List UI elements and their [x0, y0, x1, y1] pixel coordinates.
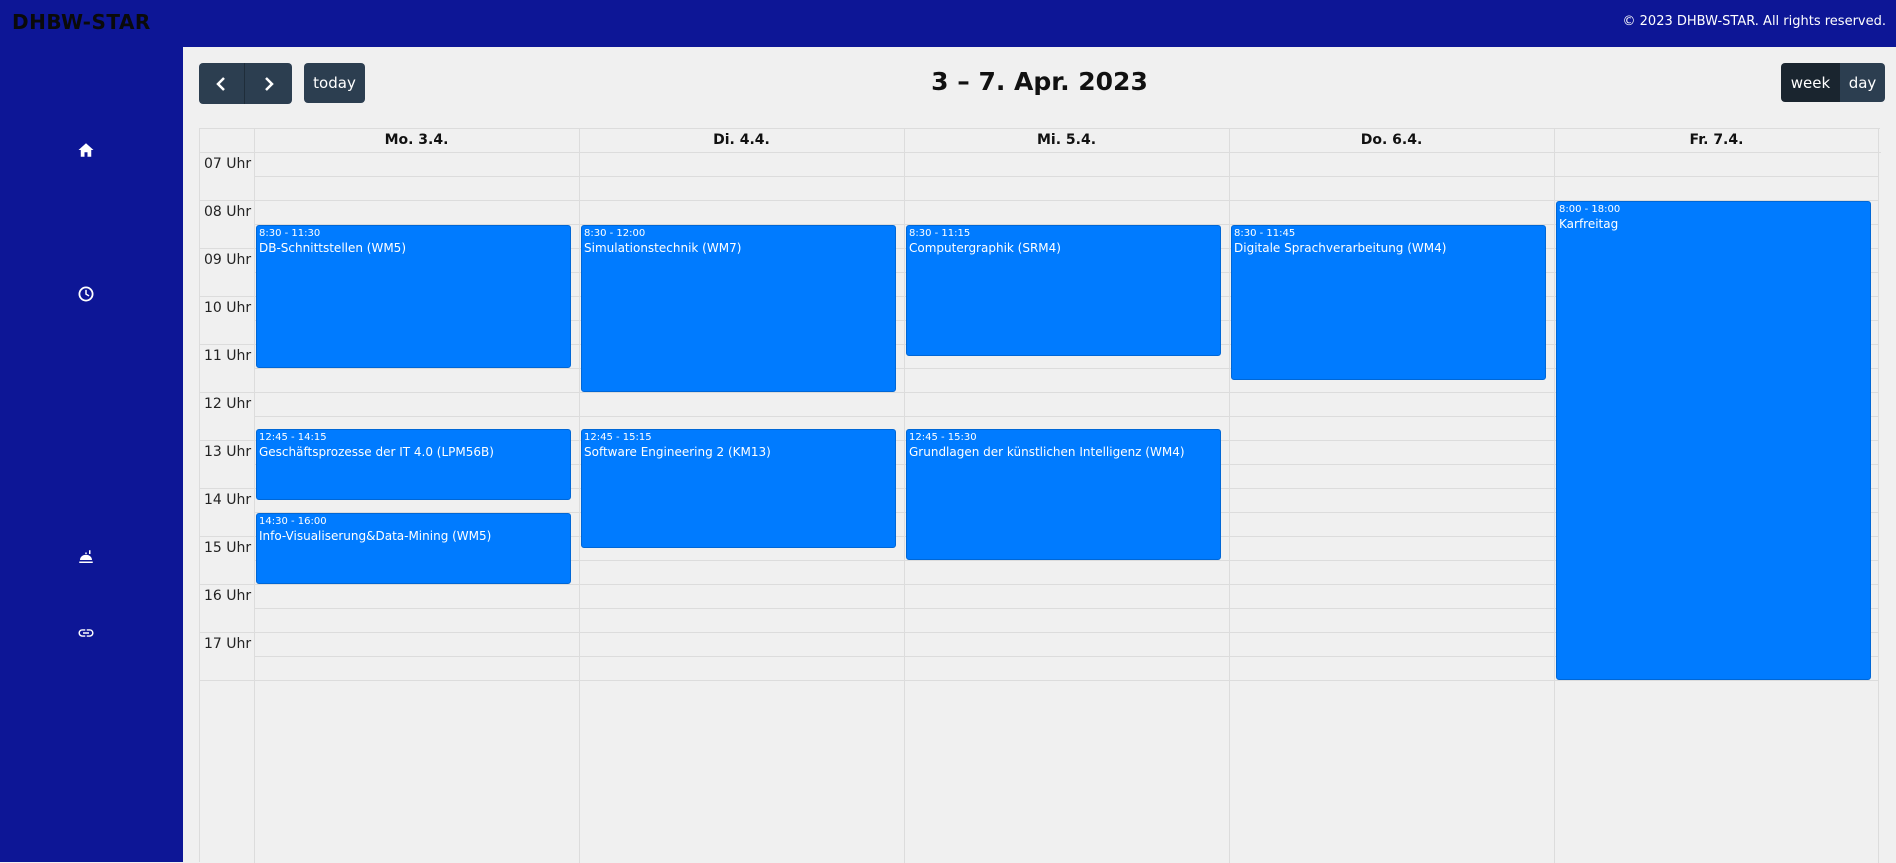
calendar-event[interactable]: 14:30 - 16:00 Info-Visualiserung&Data-Min…	[256, 513, 571, 584]
event-title: Info-Visualiserung&Data-Mining (WM5)	[259, 529, 492, 543]
day-header: Di. 4.4.	[713, 132, 770, 148]
hour-label: 14 Uhr	[204, 492, 252, 508]
event-time: 14:30 - 16:00	[259, 516, 327, 527]
event-title: Karfreitag	[1559, 217, 1619, 231]
header-divider	[200, 152, 1881, 153]
week-view-button[interactable]: week	[1781, 63, 1840, 102]
grid-column-line	[254, 129, 255, 863]
copyright-text: © 2023 DHBW-STAR. All rights reserved.	[1622, 14, 1886, 29]
calendar-event[interactable]: 8:30 - 11:45 Digitale Sprachverarbeitung …	[1231, 225, 1546, 380]
hour-line	[200, 680, 1879, 681]
hour-label: 17 Uhr	[204, 636, 252, 652]
event-title: Digitale Sprachverarbeitung (WM4)	[1234, 241, 1447, 255]
home-icon[interactable]	[76, 140, 96, 160]
link-icon[interactable]	[76, 623, 96, 643]
event-time: 12:45 - 15:30	[909, 432, 977, 443]
hour-label: 11 Uhr	[204, 348, 252, 364]
week-grid: Mo. 3.4. Di. 4.4. Mi. 5.4. Do. 6.4. Fr. 7.4.…	[199, 128, 1881, 863]
event-time: 8:30 - 11:45	[1234, 228, 1296, 239]
calendar-main: today 3 – 7. Apr. 2023 week day Mo. 3.4.…	[183, 47, 1896, 863]
event-time: 8:30 - 12:00	[584, 228, 646, 239]
event-time: 8:30 - 11:30	[259, 228, 321, 239]
half-hour-line	[254, 176, 1879, 177]
calendar-event[interactable]: 8:30 - 11:15 Computergraphik (SRM4)	[906, 225, 1221, 356]
event-title: Grundlagen der künstlichen Intelligenz (…	[909, 445, 1185, 459]
day-header: Mi. 5.4.	[1036, 132, 1097, 148]
grid-column-line	[579, 129, 580, 863]
page-title: 3 – 7. Apr. 2023	[931, 67, 1148, 96]
event-title: DB-Schnittstellen (WM5)	[259, 241, 406, 255]
day-header: Mo. 3.4.	[384, 132, 449, 148]
event-time: 12:45 - 14:15	[259, 432, 327, 443]
brand-logo[interactable]: DHBW-STAR	[12, 10, 151, 34]
event-title: Software Engineering 2 (KM13)	[584, 445, 771, 459]
hour-label: 15 Uhr	[204, 540, 252, 556]
calendar-event[interactable]: 8:30 - 11:30 DB-Schnittstellen (WM5)	[256, 225, 571, 368]
view-switcher: week day	[1781, 63, 1885, 102]
hour-label: 10 Uhr	[204, 300, 252, 316]
calendar-event[interactable]: 8:00 - 18:00 Karfreitag	[1556, 201, 1871, 680]
hour-label: 09 Uhr	[204, 252, 252, 268]
grid-column-line	[1554, 129, 1555, 863]
hour-label: 13 Uhr	[204, 444, 252, 460]
event-title: Geschäftsprozesse der IT 4.0 (LPM56B)	[259, 445, 494, 459]
hour-label: 07 Uhr	[204, 156, 252, 172]
grid-column-line	[1878, 129, 1879, 863]
event-title: Simulationstechnik (WM7)	[584, 241, 742, 255]
hour-label: 12 Uhr	[204, 396, 252, 412]
calendar-event[interactable]: 12:45 - 15:15 Software Engineering 2 (KM1…	[581, 429, 896, 548]
grid-column-line	[1229, 129, 1230, 863]
event-time: 12:45 - 15:15	[584, 432, 652, 443]
event-time: 8:30 - 11:15	[909, 228, 971, 239]
grid-column-line	[904, 129, 905, 863]
day-view-button[interactable]: day	[1840, 63, 1885, 102]
hour-label: 08 Uhr	[204, 204, 252, 220]
day-header: Fr. 7.4.	[1689, 132, 1744, 148]
calendar-event[interactable]: 8:30 - 12:00 Simulationstechnik (WM7)	[581, 225, 896, 392]
calendar-event[interactable]: 12:45 - 14:15 Geschäftsprozesse der IT 4.…	[256, 429, 571, 500]
calendar-event[interactable]: 12:45 - 15:30 Grundlagen der künstlichen …	[906, 429, 1221, 560]
day-header: Do. 6.4.	[1360, 132, 1423, 148]
food-icon[interactable]	[76, 547, 96, 567]
sidebar	[0, 47, 183, 862]
clock-icon[interactable]	[76, 284, 96, 304]
event-title: Computergraphik (SRM4)	[909, 241, 1061, 255]
top-bar: DHBW-STAR © 2023 DHBW-STAR. All rights r…	[0, 0, 1896, 47]
event-time: 8:00 - 18:00	[1559, 204, 1621, 215]
hour-label: 16 Uhr	[204, 588, 252, 604]
